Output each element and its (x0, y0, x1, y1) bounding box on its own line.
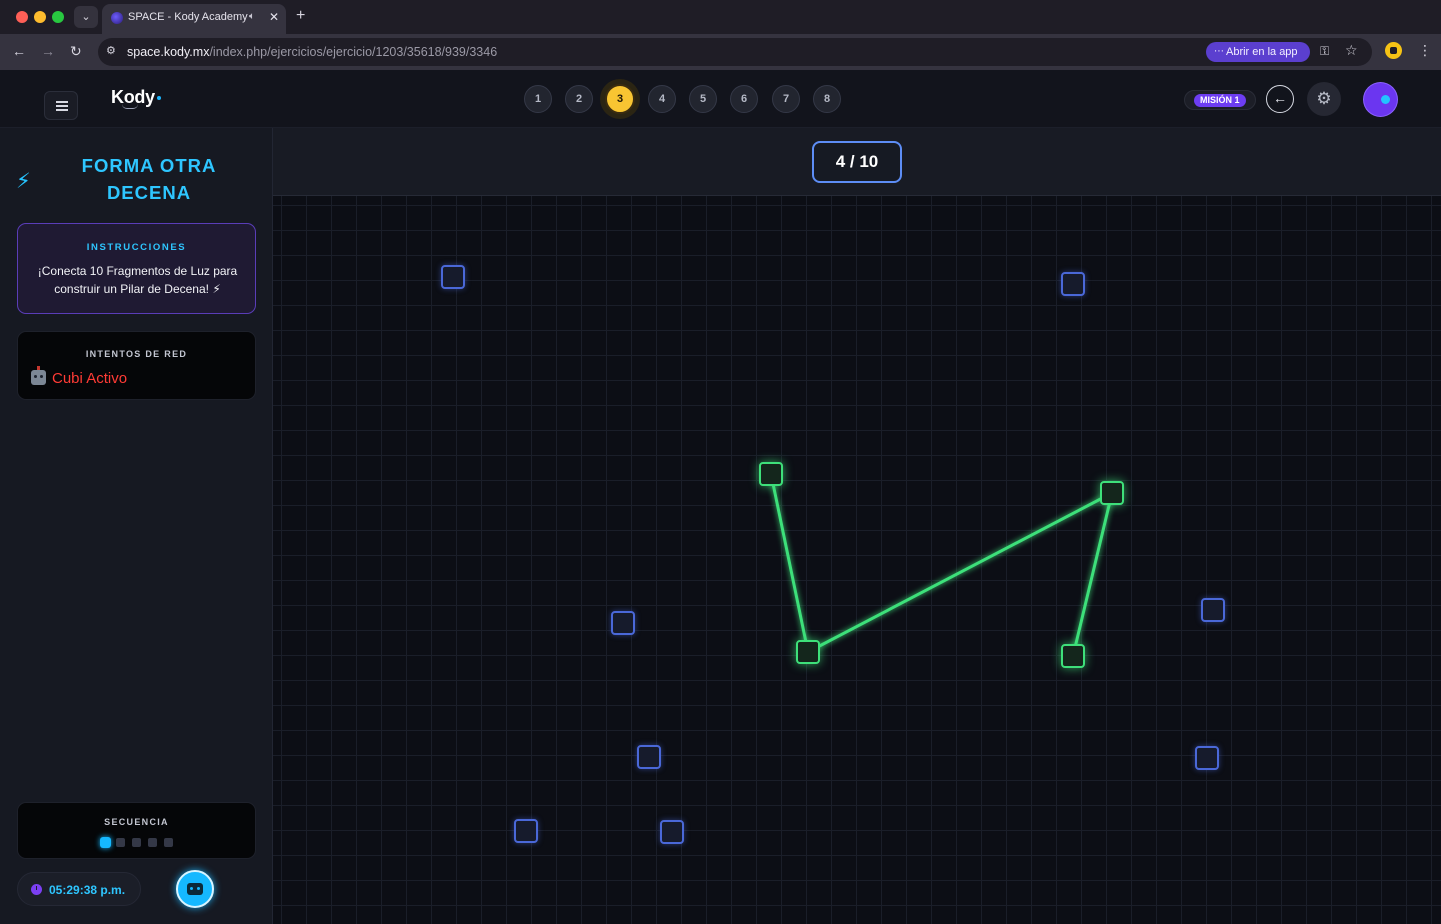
sequence-card: SECUENCIA (17, 802, 256, 859)
new-tab-button[interactable]: + (296, 7, 305, 25)
clock: 05:29:38 p.m. (17, 872, 141, 906)
lightning-bolt-icon: ⚡︎ (16, 170, 31, 193)
sidebar: ⚡︎ FORMA OTRA DECENA INSTRUCCIONES ¡Cone… (0, 128, 273, 924)
tab-close-icon[interactable]: ✕ (269, 10, 279, 24)
robot-icon (187, 883, 203, 895)
open-in-app-button[interactable]: ⋯ Abrir en la app (1206, 42, 1310, 62)
sequence-dot (164, 838, 173, 847)
window-zoom-button[interactable] (52, 11, 64, 23)
sequence-dot (116, 838, 125, 847)
level-dot-1[interactable]: 1 (524, 85, 552, 113)
light-fragment-node[interactable] (637, 745, 661, 769)
sequence-label: SECUENCIA (104, 817, 169, 827)
light-fragment-node[interactable] (441, 265, 465, 289)
light-fragment-node[interactable] (611, 611, 635, 635)
browser-menu-icon[interactable]: ⋮ (1418, 42, 1432, 58)
sequence-dot-active (100, 837, 111, 848)
chevron-down-icon: ⌄ (81, 11, 91, 23)
network-status: Cubi Activo (31, 366, 127, 387)
hamburger-icon (56, 101, 68, 103)
favicon-icon (111, 12, 123, 24)
logo-dot (157, 96, 161, 100)
site-info-icon[interactable]: ⚙︎ (106, 44, 116, 57)
window-close-button[interactable] (16, 11, 28, 23)
browser-toolbar: ← → ↻ ⚙︎ space.kody.mx/index.php/ejercic… (0, 34, 1441, 70)
address-bar[interactable]: ⚙︎ space.kody.mx/index.php/ejercicios/ej… (98, 38, 1372, 66)
level-dot-2[interactable]: 2 (565, 85, 593, 113)
instructions-label: INSTRUCCIONES (86, 242, 187, 253)
light-fragment-node[interactable] (660, 820, 684, 844)
sequence-dot (132, 838, 141, 847)
level-dot-7[interactable]: 7 (772, 85, 800, 113)
back-arrow-icon[interactable]: ← (12, 42, 26, 60)
level-dot-8[interactable]: 8 (813, 85, 841, 113)
speaker-icon[interactable]: 🔈︎ (249, 11, 255, 22)
forward-arrow-icon[interactable]: → (41, 42, 55, 60)
connected-fragment-node[interactable] (759, 462, 783, 486)
light-fragment-node[interactable] (514, 819, 538, 843)
gear-icon: ⚙︎ (1316, 89, 1332, 108)
url-text[interactable]: space.kody.mx/index.php/ejercicios/ejerc… (127, 45, 497, 59)
board-header: 4 / 10 (273, 128, 1441, 196)
bookmark-star-icon[interactable]: ☆ (1345, 42, 1358, 59)
settings-button[interactable]: ⚙︎ (1307, 82, 1341, 116)
mission-badge: MISIÓN 1 (1184, 90, 1256, 110)
game-title: FORMA OTRA DECENA (81, 155, 217, 203)
instructions-text: ¡Conecta 10 Fragmentos de Luz para const… (37, 264, 238, 296)
menu-button[interactable] (44, 91, 78, 120)
connected-fragment-node[interactable] (1100, 481, 1124, 505)
tab-search-button[interactable]: ⌄ (74, 6, 98, 28)
arrow-left-icon: ← (1273, 90, 1287, 106)
clock-icon (31, 884, 42, 895)
password-key-icon[interactable]: ⚿ (1320, 44, 1329, 59)
exit-button[interactable]: ← (1266, 85, 1294, 113)
external-app-icon: ⋯ (1214, 46, 1224, 57)
reload-icon[interactable]: ↻ (70, 42, 82, 60)
level-dot-4[interactable]: 4 (648, 85, 676, 113)
sequence-dot (148, 838, 157, 847)
level-dot-3[interactable]: 3 (605, 84, 635, 114)
robot-assistant-button[interactable] (176, 870, 214, 908)
browser-tabbar: ⌄ SPACE - Kody Academy 🔈︎ ✕ + (0, 0, 1441, 34)
instructions-card: INSTRUCCIONES ¡Conecta 10 Fragmentos de … (17, 223, 256, 314)
network-attempts-card: INTENTOS DE RED Cubi Activo (17, 331, 256, 400)
clock-time: 05:29:38 p.m. (49, 883, 126, 897)
light-link-path (769, 472, 1114, 658)
network-attempts-label: INTENTOS DE RED (85, 349, 188, 359)
robot-icon (31, 366, 46, 385)
browser-tab[interactable]: SPACE - Kody Academy 🔈︎ ✕ (102, 4, 286, 34)
game-board[interactable] (273, 196, 1441, 924)
light-fragment-node[interactable] (1201, 598, 1225, 622)
light-fragment-node[interactable] (1061, 272, 1085, 296)
window-minimize-button[interactable] (34, 11, 46, 23)
level-dot-6[interactable]: 6 (730, 85, 758, 113)
connected-fragment-node[interactable] (1061, 644, 1085, 668)
logo-smile (122, 104, 138, 109)
avatar[interactable] (1364, 83, 1397, 116)
connected-fragment-node[interactable] (796, 640, 820, 664)
extension-icon[interactable] (1385, 42, 1402, 59)
light-fragment-node[interactable] (1195, 746, 1219, 770)
level-dot-5[interactable]: 5 (689, 85, 717, 113)
light-links (769, 472, 1114, 658)
tab-title: SPACE - Kody Academy (128, 11, 248, 23)
progress-counter: 4 / 10 (812, 141, 902, 183)
mission-label: MISIÓN 1 (1194, 94, 1246, 107)
